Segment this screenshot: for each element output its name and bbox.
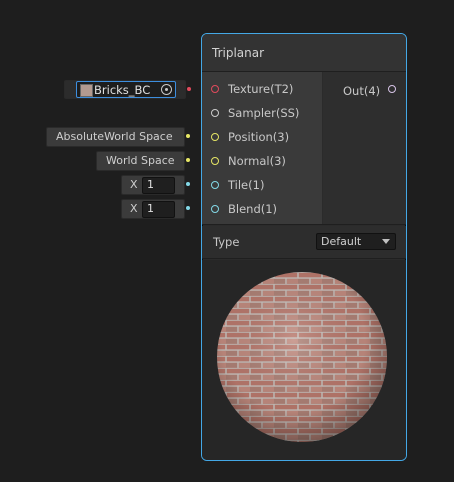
blend-number-value: 1 <box>147 202 154 215</box>
preview-sphere <box>217 272 387 442</box>
chevron-down-icon <box>382 239 390 244</box>
texture-field-value: Bricks_BC <box>94 83 151 97</box>
texture-thumbnail-icon <box>80 84 93 97</box>
node-header[interactable]: Triplanar <box>202 34 406 71</box>
normal-space-field[interactable]: World Space <box>96 151 185 171</box>
port-sampler-dot[interactable] <box>211 109 219 117</box>
blend-number-input[interactable]: 1 <box>142 201 175 218</box>
normal-space-value: World Space <box>106 154 175 167</box>
ports-divider <box>202 224 406 225</box>
tile-connection-dot <box>186 182 190 186</box>
position-connection-dot <box>186 134 190 138</box>
tile-number-input[interactable]: 1 <box>142 177 175 194</box>
type-label: Type <box>213 235 240 249</box>
tile-value-field[interactable]: X 1 <box>121 175 185 195</box>
port-position-label: Position(3) <box>228 130 290 144</box>
port-position-dot[interactable] <box>211 133 219 141</box>
port-blend-label: Blend(1) <box>228 202 278 216</box>
preview-divider <box>202 258 406 259</box>
port-normal-dot[interactable] <box>211 157 219 165</box>
tile-number-value: 1 <box>147 178 154 191</box>
port-sampler-label: Sampler(SS) <box>228 106 300 120</box>
type-dropdown[interactable]: Default <box>316 233 396 250</box>
type-dropdown-value: Default <box>321 235 362 248</box>
port-texture-label: Texture(T2) <box>228 82 294 96</box>
type-setting-row: Type Default <box>202 226 406 258</box>
port-sampler[interactable]: Sampler(SS) <box>202 105 322 123</box>
port-texture-dot[interactable] <box>211 85 219 93</box>
position-space-value: AbsoluteWorld Space <box>56 130 173 143</box>
normal-connection-dot <box>186 158 190 162</box>
port-out-dot[interactable] <box>388 85 396 93</box>
tile-axis-label: X <box>130 178 138 191</box>
blend-axis-label: X <box>130 202 138 215</box>
object-picker-icon[interactable] <box>161 84 172 95</box>
blend-value-field[interactable]: X 1 <box>121 199 185 219</box>
texture-object-field[interactable]: Bricks_BC <box>64 80 186 99</box>
position-space-field[interactable]: AbsoluteWorld Space <box>46 127 185 147</box>
port-blend[interactable]: Blend(1) <box>202 201 322 219</box>
port-position[interactable]: Position(3) <box>202 129 322 147</box>
material-preview[interactable] <box>202 260 406 460</box>
port-tile-dot[interactable] <box>211 181 219 189</box>
input-ports-panel: Texture(T2) Sampler(SS) Position(3) Norm… <box>202 72 322 224</box>
port-tile[interactable]: Tile(1) <box>202 177 322 195</box>
port-out-label: Out(4) <box>343 84 381 98</box>
port-normal-label: Normal(3) <box>228 154 286 168</box>
port-normal[interactable]: Normal(3) <box>202 153 322 171</box>
triplanar-node[interactable]: Triplanar Texture(T2) Sampler(SS) Positi… <box>201 33 407 461</box>
port-out[interactable]: Out(4) <box>323 81 406 99</box>
port-tile-label: Tile(1) <box>228 178 265 192</box>
blend-connection-dot <box>186 206 190 210</box>
node-title: Triplanar <box>212 46 265 60</box>
port-blend-dot[interactable] <box>211 205 219 213</box>
port-texture[interactable]: Texture(T2) <box>202 81 322 99</box>
